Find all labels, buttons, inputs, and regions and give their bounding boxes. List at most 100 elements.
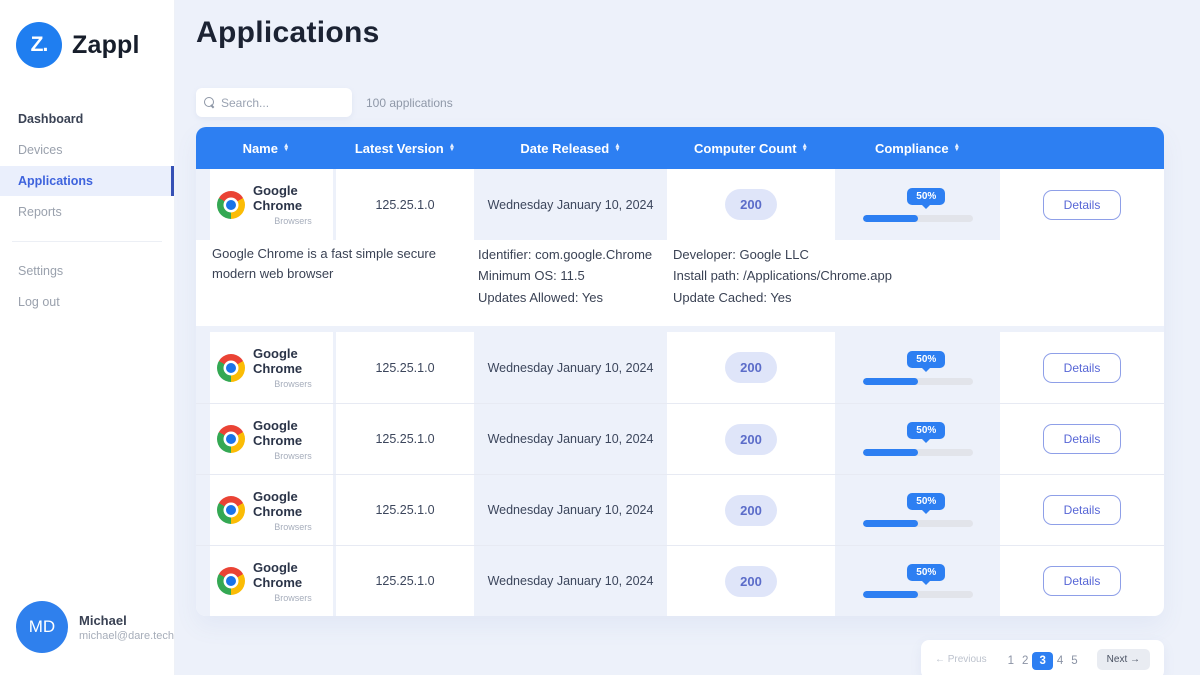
computer-count-badge: 200 [725, 189, 777, 220]
app-name: Google Chrome [253, 418, 333, 448]
app-description: Google Chrome is a fast simple secure mo… [212, 244, 447, 308]
page-number-5[interactable]: 5 [1067, 655, 1081, 667]
app-category: Browsers [274, 216, 312, 226]
sort-arrows-icon[interactable]: ▲▼ [954, 144, 960, 151]
table-row[interactable]: Google Chrome Browsers 125.25.1.0 Wednes… [196, 403, 1164, 474]
page-number-2[interactable]: 2 [1018, 655, 1032, 667]
compliance-bar: 50% [863, 422, 973, 456]
app-meta-column-2: Developer: Google LLC Install path: /App… [673, 244, 1148, 308]
compliance-tooltip: 50% [907, 188, 945, 205]
zappl-logo-icon: Z. [16, 22, 62, 68]
compliance-bar: 50% [863, 493, 973, 527]
page-number-4[interactable]: 4 [1053, 655, 1067, 667]
user-info[interactable]: MD Michael michael@dare.tech [16, 601, 174, 653]
column-label: Computer Count [694, 141, 797, 156]
table-row[interactable]: Google Chrome Browsers 125.25.1.0 Wednes… [196, 169, 1164, 240]
next-page-button[interactable]: Next → [1097, 649, 1150, 670]
date-released: Wednesday January 10, 2024 [488, 503, 654, 517]
previous-page-button[interactable]: ← Previous [935, 654, 987, 665]
chrome-icon [217, 354, 245, 382]
app-name-cell[interactable]: Google Chrome Browsers [196, 169, 336, 240]
chrome-icon [217, 425, 245, 453]
compliance-tooltip: 50% [907, 493, 945, 510]
compliance-track [863, 591, 973, 598]
column-label: Latest Version [355, 141, 444, 156]
computer-count-cell: 200 [667, 546, 835, 616]
brand-logo: Z. Zappl [0, 0, 174, 68]
search-input[interactable] [221, 96, 331, 110]
app-category: Browsers [274, 379, 312, 389]
sidebar-item-dashboard[interactable]: Dashboard [0, 104, 174, 134]
app-name: Google Chrome [253, 183, 333, 213]
sort-arrows-icon[interactable]: ▲▼ [802, 144, 808, 151]
sort-arrows-icon[interactable]: ▲▼ [449, 144, 455, 151]
computer-count-cell: 200 [667, 475, 835, 545]
sidebar-item-applications[interactable]: Applications [0, 166, 174, 196]
app-developer: Developer: Google LLC [673, 244, 1148, 265]
app-name-cell[interactable]: Google Chrome Browsers [196, 332, 336, 403]
chrome-icon [217, 191, 245, 219]
app-name-cell[interactable]: Google Chrome Browsers [196, 475, 336, 545]
app-name-cell[interactable]: Google Chrome Browsers [196, 404, 336, 474]
details-button[interactable]: Details [1043, 566, 1122, 596]
app-version: 125.25.1.0 [375, 432, 434, 446]
compliance-cell: 50% [835, 169, 1000, 240]
details-cell: Details [1000, 546, 1164, 616]
compliance-track [863, 520, 973, 527]
compliance-fill [863, 215, 918, 222]
app-identifier: Identifier: com.google.Chrome [478, 244, 673, 265]
table-row[interactable]: Google Chrome Browsers 125.25.1.0 Wednes… [196, 332, 1164, 403]
column-header-date-released[interactable]: Date Released▲▼ [474, 141, 667, 156]
search-box[interactable] [196, 88, 352, 117]
compliance-bar: 50% [863, 351, 973, 385]
column-header-computer-count[interactable]: Computer Count ▲▼ [667, 141, 835, 156]
compliance-cell: 50% [835, 404, 1000, 474]
column-header-name[interactable]: Name▲▼ [196, 141, 336, 156]
app-name-cell[interactable]: Google Chrome Browsers [196, 546, 336, 616]
avatar[interactable]: MD [16, 601, 68, 653]
details-button[interactable]: Details [1043, 190, 1122, 220]
compliance-bar: 50% [863, 188, 973, 222]
computer-count-badge: 200 [725, 424, 777, 455]
app-version: 125.25.1.0 [375, 198, 434, 212]
date-released: Wednesday January 10, 2024 [488, 361, 654, 375]
sidebar-item-log-out[interactable]: Log out [0, 287, 174, 317]
sidebar: Z. Zappl DashboardDevicesApplicationsRep… [0, 0, 175, 675]
expanded-row-details: Google Chrome is a fast simple secure mo… [196, 240, 1164, 326]
app-name: Google Chrome [253, 560, 333, 590]
table-row[interactable]: Google Chrome Browsers 125.25.1.0 Wednes… [196, 545, 1164, 616]
column-header-latest-version[interactable]: Latest Version ▲▼ [336, 141, 474, 156]
details-button[interactable]: Details [1043, 495, 1122, 525]
version-cell: 125.25.1.0 [336, 475, 474, 545]
column-header-compliance[interactable]: Compliance▲▼ [835, 141, 1000, 156]
pagination-row: ← Previous 12345 Next → [196, 640, 1164, 675]
version-cell: 125.25.1.0 [336, 169, 474, 240]
main-content: Applications 100 applications Name▲▼Late… [175, 0, 1200, 675]
compliance-fill [863, 591, 918, 598]
compliance-cell: 50% [835, 332, 1000, 403]
sort-arrows-icon[interactable]: ▲▼ [614, 144, 620, 151]
computer-count-cell: 200 [667, 169, 835, 240]
compliance-tooltip: 50% [907, 422, 945, 439]
sidebar-item-reports[interactable]: Reports [0, 197, 174, 227]
details-cell: Details [1000, 332, 1164, 403]
page-number-1[interactable]: 1 [1004, 655, 1018, 667]
details-button[interactable]: Details [1043, 353, 1122, 383]
compliance-cell: 50% [835, 546, 1000, 616]
sort-arrows-icon[interactable]: ▲▼ [283, 144, 289, 151]
compliance-tooltip: 50% [907, 564, 945, 581]
date-cell: Wednesday January 10, 2024 [474, 332, 667, 403]
compliance-fill [863, 378, 918, 385]
details-button[interactable]: Details [1043, 424, 1122, 454]
app-version: 125.25.1.0 [375, 361, 434, 375]
computer-count-badge: 200 [725, 352, 777, 383]
chrome-icon [217, 496, 245, 524]
pagination: ← Previous 12345 Next → [921, 640, 1164, 675]
page-number-3[interactable]: 3 [1032, 652, 1052, 670]
compliance-fill [863, 449, 918, 456]
brand-name: Zappl [72, 31, 140, 60]
table-row[interactable]: Google Chrome Browsers 125.25.1.0 Wednes… [196, 474, 1164, 545]
sidebar-item-devices[interactable]: Devices [0, 135, 174, 165]
sidebar-item-settings[interactable]: Settings [0, 256, 174, 286]
user-email: michael@dare.tech [79, 630, 174, 642]
